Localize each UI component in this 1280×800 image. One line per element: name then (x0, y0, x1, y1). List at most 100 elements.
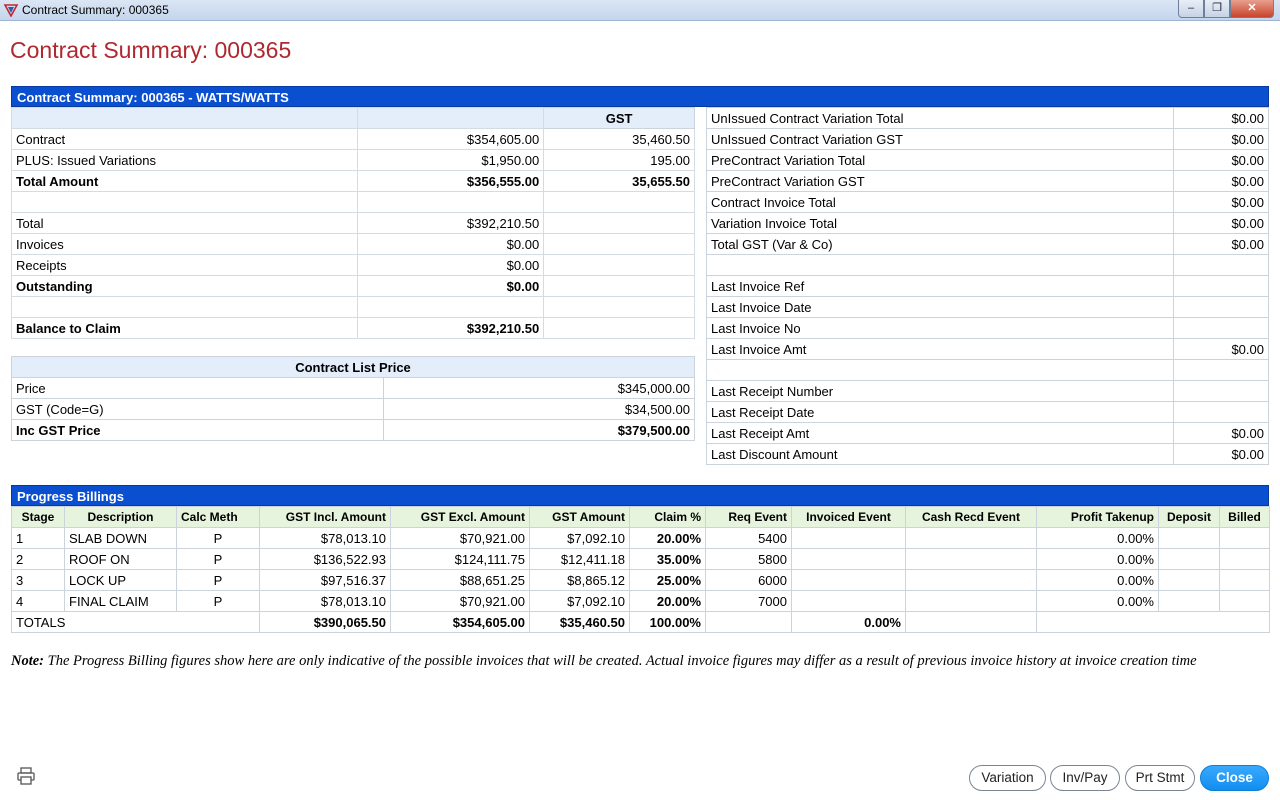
list-price-row: Price $345,000.00 (10, 377, 695, 399)
minimize-icon[interactable]: – (1178, 0, 1204, 18)
summary-row: Invoices $0.00 (10, 233, 695, 255)
column-header: GST Amount (529, 506, 630, 528)
page-title: Contract Summary: 000365 (10, 37, 292, 63)
column-header: Description (64, 506, 177, 528)
table-cell: 6000 (705, 569, 792, 591)
table-cell: SLAB DOWN (64, 527, 177, 549)
table-cell (1219, 548, 1270, 570)
totals-gst-incl: $390,065.50 (259, 611, 391, 633)
column-header: Billed (1219, 506, 1270, 528)
summary-detail-value (1173, 254, 1269, 276)
summary-label (10, 191, 359, 213)
table-cell: $88,651.25 (390, 569, 530, 591)
table-cell (1158, 548, 1220, 570)
summary-row: PLUS: Issued Variations $1,950.00 195.00 (10, 149, 695, 171)
prt-stmt-button[interactable]: Prt Stmt (1125, 765, 1195, 791)
inv-pay-button[interactable]: Inv/Pay (1050, 765, 1120, 791)
summary-detail-value: $0.00 (1173, 422, 1269, 444)
summary-detail-value (1173, 359, 1269, 381)
table-cell: 1 (11, 527, 65, 549)
table-cell: $7,092.10 (529, 590, 630, 612)
summary-row: Total $392,210.50 (10, 212, 695, 234)
summary-detail-value (1173, 275, 1269, 297)
summary-label: Invoices (10, 233, 359, 255)
totals-empty (905, 611, 1037, 633)
summary-detail-row: Last Invoice Ref (705, 275, 1269, 297)
summary-gst (543, 212, 695, 234)
summary-detail-value: $0.00 (1173, 443, 1269, 465)
summary-row (10, 191, 695, 213)
summary-row: GST (10, 107, 695, 129)
table-cell: LOCK UP (64, 569, 177, 591)
close-button[interactable]: Close (1200, 765, 1269, 791)
summary-detail-value: $0.00 (1173, 191, 1269, 213)
summary-detail-label: PreContract Variation GST (705, 170, 1175, 192)
summary-detail-row: UnIssued Contract Variation Total $0.00 (705, 107, 1269, 129)
table-cell: $97,516.37 (259, 569, 391, 591)
summary-row: Balance to Claim $392,210.50 (10, 317, 695, 339)
summary-label: Total Amount (10, 170, 359, 192)
column-header: Calc Meth (176, 506, 260, 528)
summary-detail-row: Last Receipt Amt $0.00 (705, 422, 1269, 444)
summary-amount (357, 107, 545, 129)
summary-detail-row: Last Invoice No (705, 317, 1269, 339)
summary-gst (543, 275, 695, 297)
summary-label: Total (10, 212, 359, 234)
summary-row: Total Amount $356,555.00 35,655.50 (10, 170, 695, 192)
progress-billings-panel: Progress Billings Stage Description Calc M… (11, 485, 1270, 633)
table-cell (1219, 569, 1270, 591)
table-cell: 20.00% (629, 527, 706, 549)
list-price-value: $34,500.00 (383, 398, 695, 420)
maximize-icon[interactable]: ❐ (1204, 0, 1230, 18)
summary-label (10, 296, 359, 318)
window-title: Contract Summary: 000365 (22, 3, 169, 17)
table-cell (791, 527, 906, 549)
table-cell: $124,111.75 (390, 548, 530, 570)
printer-icon[interactable] (16, 767, 36, 785)
list-price-row: Inc GST Price $379,500.00 (10, 419, 695, 441)
table-row: 4 FINAL CLAIM P $78,013.10 $70,921.00 $7,092.… (11, 590, 1270, 612)
summary-amount: $0.00 (357, 254, 545, 276)
summary-gst (543, 254, 695, 276)
table-cell: 0.00% (1036, 548, 1159, 570)
summary-amount: $392,210.50 (357, 317, 545, 339)
summary-label (10, 107, 359, 129)
totals-empty (1036, 611, 1270, 633)
table-cell: $12,411.18 (529, 548, 630, 570)
summary-amount (357, 296, 545, 318)
summary-detail-value: $0.00 (1173, 128, 1269, 150)
summary-detail-value: $0.00 (1173, 212, 1269, 234)
summary-label: Receipts (10, 254, 359, 276)
summary-gst (543, 233, 695, 255)
summary-detail-label (705, 359, 1175, 381)
table-row: 3 LOCK UP P $97,516.37 $88,651.25 $8,865.12 25… (11, 569, 1270, 591)
contract-summary-panel: Contract Summary: 000365 - WATTS/WATTS (11, 86, 1269, 107)
list-price-value: $379,500.00 (383, 419, 695, 441)
table-cell (791, 548, 906, 570)
table-cell: FINAL CLAIM (64, 590, 177, 612)
table-cell: ROOF ON (64, 548, 177, 570)
table-cell: $78,013.10 (259, 527, 391, 549)
table-cell (905, 569, 1037, 591)
summary-detail-row: UnIssued Contract Variation GST $0.00 (705, 128, 1269, 150)
table-cell: P (176, 548, 260, 570)
table-cell (791, 569, 906, 591)
totals-invoiced: 0.00% (791, 611, 906, 633)
summary-detail-row: Variation Invoice Total $0.00 (705, 212, 1269, 234)
summary-detail-row: Last Invoice Date (705, 296, 1269, 318)
summary-detail-row: Total GST (Var & Co) $0.00 (705, 233, 1269, 255)
variation-button[interactable]: Variation (969, 765, 1046, 791)
summary-amount: $0.00 (357, 275, 545, 297)
gst-column-header: GST (543, 107, 695, 129)
summary-detail-value: $0.00 (1173, 338, 1269, 360)
table-cell (791, 590, 906, 612)
table-cell: 4 (11, 590, 65, 612)
summary-label: PLUS: Issued Variations (10, 149, 359, 171)
close-window-icon[interactable]: ✕ (1230, 0, 1274, 18)
table-cell (1158, 527, 1220, 549)
summary-detail-label: Last Receipt Date (705, 401, 1175, 423)
summary-detail-value: $0.00 (1173, 107, 1269, 129)
progress-billing-note: Note: The Progress Billing figures show … (11, 652, 1261, 671)
column-header: Claim % (629, 506, 706, 528)
summary-gst: 35,460.50 (543, 128, 695, 150)
